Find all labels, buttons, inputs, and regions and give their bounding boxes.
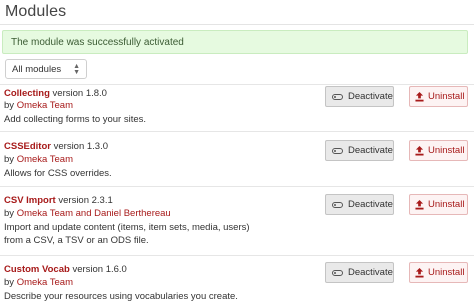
uninstall-label: Uninstall bbox=[428, 145, 465, 156]
module-name[interactable]: Collecting bbox=[4, 88, 50, 99]
module-filter-select[interactable]: All modules ▲ ▼ bbox=[5, 59, 87, 79]
row-divider bbox=[0, 255, 474, 256]
deactivate-label: Deactivate bbox=[348, 199, 393, 210]
module-author-link[interactable]: Omeka Team and Daniel Berthereau bbox=[17, 208, 171, 219]
uninstall-button[interactable]: Uninstall bbox=[409, 262, 468, 283]
toggle-off-icon bbox=[332, 147, 343, 154]
deactivate-label: Deactivate bbox=[348, 145, 393, 156]
toggle-off-icon bbox=[332, 269, 343, 276]
by-label: by bbox=[4, 100, 17, 111]
title-divider bbox=[0, 24, 474, 25]
module-name[interactable]: Custom Vocab bbox=[4, 264, 70, 275]
uninstall-button[interactable]: Uninstall bbox=[409, 86, 468, 107]
row-divider bbox=[0, 131, 474, 132]
module-description: from a CSV, a TSV or an ODS file. bbox=[4, 235, 149, 246]
module-version: version 1.6.0 bbox=[69, 264, 127, 275]
module-description: Add collecting forms to your sites. bbox=[4, 114, 147, 125]
by-label: by bbox=[4, 277, 17, 288]
uninstall-button[interactable]: Uninstall bbox=[409, 194, 468, 215]
toggle-off-icon bbox=[332, 201, 343, 208]
module-description: Allows for CSS overrides. bbox=[4, 168, 112, 179]
row-divider bbox=[0, 186, 474, 187]
by-label: by bbox=[4, 154, 17, 165]
uninstall-label: Uninstall bbox=[428, 91, 465, 102]
deactivate-button[interactable]: Deactivate bbox=[325, 140, 394, 161]
uninstall-button[interactable]: Uninstall bbox=[409, 140, 468, 161]
uninstall-label: Uninstall bbox=[428, 199, 465, 210]
upload-icon bbox=[415, 267, 424, 277]
success-flash-message: The module was successfully activated bbox=[2, 30, 468, 54]
upload-icon bbox=[415, 91, 424, 101]
module-author-link[interactable]: Omeka Team bbox=[17, 277, 73, 288]
deactivate-label: Deactivate bbox=[348, 91, 393, 102]
uninstall-label: Uninstall bbox=[428, 267, 465, 278]
module-version: version 1.8.0 bbox=[49, 88, 107, 99]
deactivate-button[interactable]: Deactivate bbox=[325, 86, 394, 107]
module-version: version 2.3.1 bbox=[55, 195, 113, 206]
by-label: by bbox=[4, 208, 17, 219]
select-arrows-icon: ▲ ▼ bbox=[73, 63, 80, 76]
row-divider bbox=[0, 84, 474, 85]
module-author-link[interactable]: Omeka Team bbox=[17, 100, 73, 111]
upload-icon bbox=[415, 199, 424, 209]
page-title: Modules bbox=[5, 3, 67, 20]
upload-icon bbox=[415, 145, 424, 155]
toggle-off-icon bbox=[332, 93, 343, 100]
module-name[interactable]: CSSEditor bbox=[4, 141, 51, 152]
module-author-link[interactable]: Omeka Team bbox=[17, 154, 73, 165]
module-description: Import and update content (items, item s… bbox=[4, 222, 250, 233]
deactivate-label: Deactivate bbox=[348, 267, 393, 278]
module-description: Describe your resources using vocabulari… bbox=[4, 291, 238, 302]
deactivate-button[interactable]: Deactivate bbox=[325, 194, 394, 215]
module-version: version 1.3.0 bbox=[50, 141, 109, 152]
deactivate-button[interactable]: Deactivate bbox=[325, 262, 394, 283]
module-name[interactable]: CSV Import bbox=[4, 195, 56, 206]
module-filter-selected: All modules bbox=[12, 64, 62, 75]
